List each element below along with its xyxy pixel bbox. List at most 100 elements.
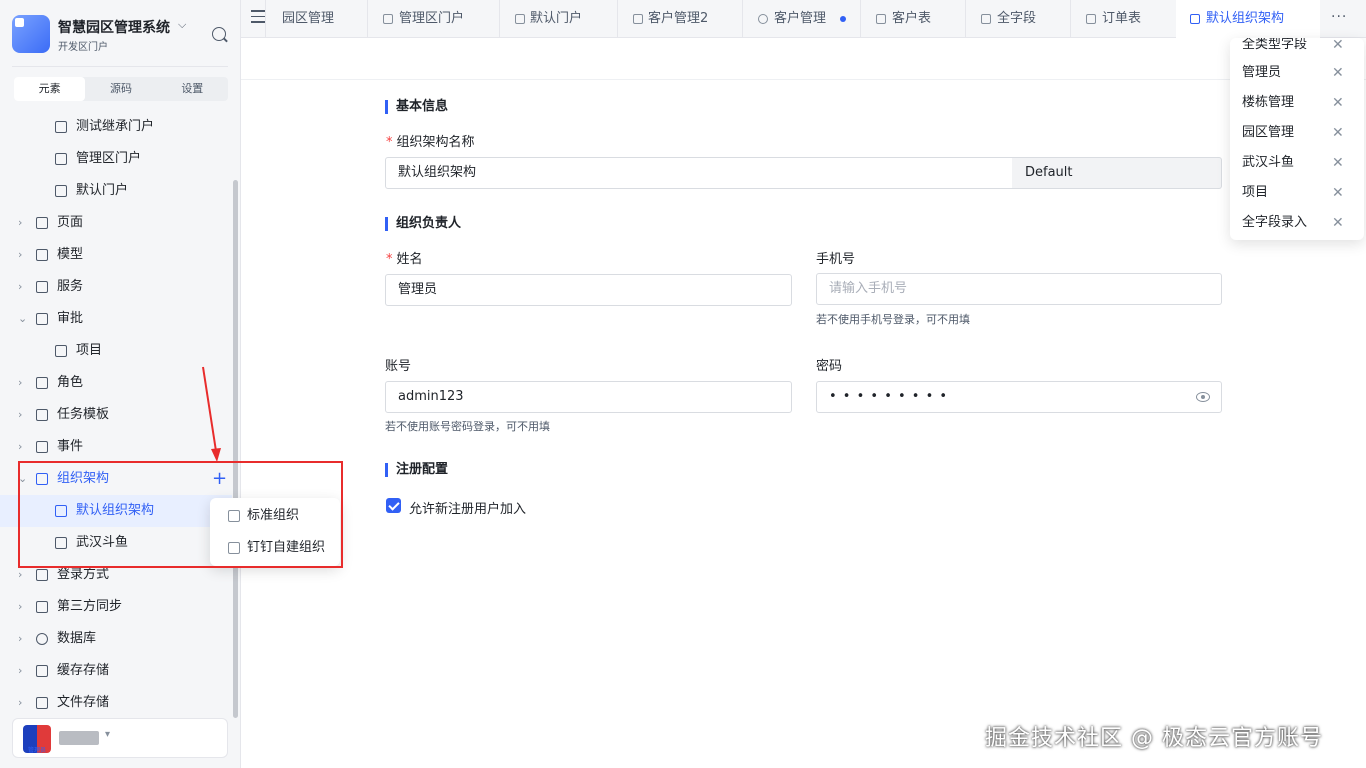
tree-item-third-party-sync[interactable]: › 第三方同步 bbox=[0, 591, 232, 623]
login-icon bbox=[36, 569, 48, 581]
tree-item-file-storage[interactable]: › 文件存储 bbox=[0, 687, 232, 715]
dropdown-item-label: 全类型字段 bbox=[1242, 38, 1308, 52]
chevron-right-icon[interactable]: › bbox=[18, 207, 22, 239]
dropdown-item[interactable]: 全字段录入 ✕ bbox=[1230, 208, 1364, 238]
tab-park-management[interactable]: 园区管理 bbox=[265, 0, 383, 38]
tab-all-fields[interactable]: 全字段 bbox=[965, 0, 1070, 38]
tree-item-label: 事件 bbox=[57, 439, 84, 454]
chevron-right-icon[interactable]: › bbox=[18, 431, 22, 463]
chevron-down-icon[interactable]: ⌵ bbox=[178, 18, 186, 32]
service-icon bbox=[36, 281, 48, 293]
tab-customer-table[interactable]: 客户表 bbox=[860, 0, 965, 38]
close-icon[interactable]: ✕ bbox=[1332, 208, 1344, 238]
chevron-down-icon[interactable]: ⌄ bbox=[18, 303, 27, 335]
chevron-right-icon[interactable]: › bbox=[18, 591, 22, 623]
search-icon[interactable] bbox=[212, 27, 226, 41]
tree-item-cache-storage[interactable]: › 缓存存储 bbox=[0, 655, 232, 687]
tab-label: 订单表 bbox=[1102, 11, 1142, 26]
allow-register-checkbox[interactable] bbox=[386, 498, 401, 513]
watermark: 掘金技术社区 @ 极态云官方账号 bbox=[985, 726, 1323, 751]
eye-icon[interactable] bbox=[1196, 392, 1210, 402]
close-icon[interactable]: ✕ bbox=[1332, 178, 1344, 208]
tree-item-database[interactable]: › 数据库 bbox=[0, 623, 232, 655]
dropdown-item[interactable]: 管理员 ✕ bbox=[1230, 58, 1364, 88]
tab-admin-portal[interactable]: 管理区门户 bbox=[367, 0, 486, 38]
tree-item-roles[interactable]: › 角色 bbox=[0, 367, 232, 399]
chevron-right-icon[interactable]: › bbox=[18, 399, 22, 431]
sidebar-scrollbar[interactable] bbox=[233, 180, 238, 718]
chevron-right-icon[interactable]: › bbox=[18, 655, 22, 687]
portal-icon bbox=[55, 185, 67, 197]
tab-label: 全字段 bbox=[997, 11, 1037, 26]
tab-elements[interactable]: 元素 bbox=[14, 77, 86, 101]
tree-item-task-templates[interactable]: › 任务模板 bbox=[0, 399, 232, 431]
app-header[interactable]: 智慧园区管理系统 ⌵ 开发区门户 bbox=[12, 14, 232, 54]
password-label: 密码 bbox=[816, 359, 843, 374]
label-text: 姓名 bbox=[396, 252, 423, 267]
sidebar-segmented-tabs: 元素 源码 设置 bbox=[14, 77, 228, 101]
portal-icon bbox=[383, 14, 393, 24]
chevron-right-icon[interactable]: › bbox=[18, 623, 22, 655]
tree-item-label: 服务 bbox=[57, 279, 84, 294]
org-name-input[interactable]: 默认组织架构 bbox=[385, 157, 1013, 189]
tree-item-default-portal[interactable]: 默认门户 bbox=[0, 175, 232, 207]
tab-default-org[interactable]: 默认组织架构 bbox=[1176, 0, 1320, 38]
dropdown-item[interactable]: 园区管理 ✕ bbox=[1230, 118, 1364, 148]
dropdown-item[interactable]: 全类型字段 ✕ bbox=[1230, 38, 1364, 60]
close-icon[interactable]: ✕ bbox=[1332, 118, 1344, 148]
tree-item-approval[interactable]: ⌄ 审批 bbox=[0, 303, 232, 335]
tree-item-services[interactable]: › 服务 bbox=[0, 271, 232, 303]
service-icon bbox=[758, 14, 768, 24]
dropdown-item[interactable]: 项目 ✕ bbox=[1230, 178, 1364, 208]
more-tabs-button[interactable]: ··· bbox=[1331, 0, 1347, 34]
password-input[interactable]: • • • • • • • • • bbox=[816, 381, 1222, 413]
close-icon[interactable]: ✕ bbox=[1332, 38, 1344, 60]
tab-label: 客户管理 bbox=[774, 11, 827, 26]
chevron-right-icon[interactable]: › bbox=[18, 271, 22, 303]
chevron-right-icon[interactable]: › bbox=[18, 367, 22, 399]
portal-icon bbox=[515, 14, 525, 24]
dropdown-item-label: 楼栋管理 bbox=[1242, 95, 1295, 110]
tree-item-pages[interactable]: › 页面 bbox=[0, 207, 232, 239]
dropdown-item[interactable]: 楼栋管理 ✕ bbox=[1230, 88, 1364, 118]
tree-item-project[interactable]: 项目 bbox=[0, 335, 232, 367]
tab-order-table[interactable]: 订单表 bbox=[1070, 0, 1176, 38]
tree-item-test-portal[interactable]: 测试继承门户 bbox=[0, 111, 232, 143]
tab-customer-management[interactable]: 客户管理 bbox=[742, 0, 860, 38]
sync-icon bbox=[36, 601, 48, 613]
tree-item-admin-portal[interactable]: 管理区门户 bbox=[0, 143, 232, 175]
app-logo bbox=[12, 15, 50, 53]
app-subtitle: 开发区门户 bbox=[58, 42, 108, 53]
unsaved-dot bbox=[840, 16, 846, 22]
tab-overflow-dropdown: 全类型字段 ✕ 管理员 ✕ 楼栋管理 ✕ 园区管理 ✕ 武汉斗鱼 ✕ 项目 ✕ 全字段录入 ✕ bbox=[1230, 38, 1364, 240]
tree-item-models[interactable]: › 模型 bbox=[0, 239, 232, 271]
caret-down-icon[interactable]: ▾ bbox=[105, 729, 110, 740]
section-basic-info: 基本信息 bbox=[385, 100, 448, 114]
tree-item-events[interactable]: › 事件 bbox=[0, 431, 232, 463]
tab-source[interactable]: 源码 bbox=[85, 77, 156, 101]
tab-default-portal[interactable]: 默认门户 bbox=[499, 0, 618, 38]
table-icon bbox=[633, 14, 643, 24]
org-code-addon: Default bbox=[1012, 157, 1222, 189]
tab-label: 客户管理2 bbox=[648, 11, 709, 26]
tab-settings[interactable]: 设置 bbox=[157, 77, 228, 101]
chevron-right-icon[interactable]: › bbox=[18, 239, 22, 271]
phone-input[interactable]: 请输入手机号 bbox=[816, 273, 1222, 305]
dropdown-item[interactable]: 武汉斗鱼 ✕ bbox=[1230, 148, 1364, 178]
collapse-sidebar-icon[interactable] bbox=[251, 10, 265, 24]
tree-item-label: 缓存存储 bbox=[57, 663, 110, 678]
close-icon[interactable]: ✕ bbox=[1332, 58, 1344, 88]
name-input[interactable]: 管理员 bbox=[385, 274, 792, 306]
required-mark: * bbox=[386, 135, 393, 150]
roles-icon bbox=[36, 377, 48, 389]
tab-customer-management-2[interactable]: 客户管理2 bbox=[617, 0, 741, 38]
close-icon[interactable]: ✕ bbox=[1332, 148, 1344, 178]
account-input[interactable]: admin123 bbox=[385, 381, 792, 413]
chevron-right-icon[interactable]: › bbox=[18, 687, 22, 715]
phone-hint: 若不使用手机号登录，可不用填 bbox=[816, 313, 970, 326]
org-icon bbox=[1190, 14, 1200, 24]
tree-item-label: 测试继承门户 bbox=[76, 119, 155, 134]
allow-register-label[interactable]: 允许新注册用户加入 bbox=[409, 498, 526, 517]
user-menu[interactable]: 管理员 ▾ bbox=[12, 718, 228, 758]
close-icon[interactable]: ✕ bbox=[1332, 88, 1344, 118]
